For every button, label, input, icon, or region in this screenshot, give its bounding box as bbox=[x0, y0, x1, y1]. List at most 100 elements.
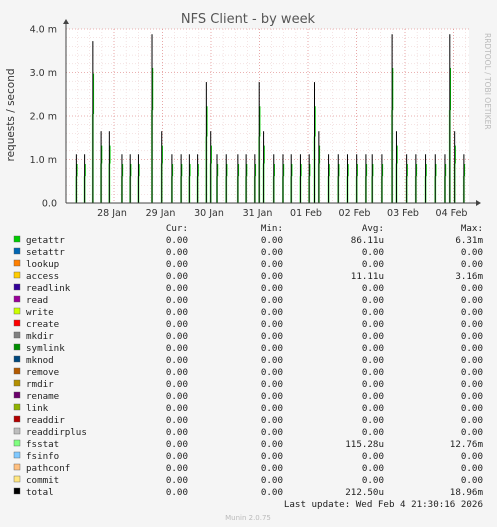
legend-swatch bbox=[13, 427, 21, 435]
legend-min: 0.00 bbox=[261, 475, 283, 486]
legend-swatch bbox=[13, 475, 21, 483]
legend-row-remove: remove 0.00 0.00 0.00 0.00 bbox=[13, 367, 483, 378]
y-tick-label: 3.0 m bbox=[30, 68, 57, 79]
legend-row-total: total 0.00 0.00 212.50u 18.96m bbox=[13, 487, 484, 498]
legend-cur: 0.00 bbox=[166, 463, 188, 474]
legend-cur: 0.00 bbox=[166, 367, 188, 378]
legend-name: rename bbox=[26, 391, 59, 402]
legend-avg: 0.00 bbox=[362, 403, 384, 414]
y-tick-label: 2.0 m bbox=[30, 112, 57, 123]
legend-swatch bbox=[13, 343, 21, 351]
legend-name: readdirplus bbox=[26, 427, 87, 438]
legend-max: 0.00 bbox=[461, 319, 483, 330]
y-tick-label: 4.0 m bbox=[30, 25, 57, 36]
legend-cur: 0.00 bbox=[166, 343, 188, 354]
legend-row-mkdir: mkdir 0.00 0.00 0.00 0.00 bbox=[13, 331, 483, 342]
legend-min: 0.00 bbox=[261, 379, 283, 390]
legend-max: 18.96m bbox=[450, 487, 484, 498]
x-tick-label: 29 Jan bbox=[146, 208, 176, 219]
legend-name: getattr bbox=[26, 235, 65, 246]
legend-avg: 0.00 bbox=[362, 475, 384, 486]
legend-row-read: read 0.00 0.00 0.00 0.00 bbox=[13, 295, 483, 306]
legend-name: access bbox=[26, 271, 59, 282]
legend-avg: 0.00 bbox=[362, 295, 384, 306]
legend-avg: 0.00 bbox=[362, 319, 384, 330]
legend-header-cur: Cur: bbox=[166, 223, 188, 234]
legend-cur: 0.00 bbox=[166, 331, 188, 342]
legend-row-getattr: getattr 0.00 0.00 86.11u 6.31m bbox=[13, 235, 483, 246]
legend-min: 0.00 bbox=[261, 295, 283, 306]
x-axis-arrow bbox=[476, 200, 481, 206]
legend-min: 0.00 bbox=[261, 463, 283, 474]
legend-name: readlink bbox=[26, 283, 71, 294]
x-tick-label: 28 Jan bbox=[97, 208, 127, 219]
legend-row-lookup: lookup 0.00 0.00 0.00 0.00 bbox=[13, 259, 483, 270]
legend-avg: 0.00 bbox=[362, 343, 384, 354]
legend-max: 0.00 bbox=[461, 307, 483, 318]
legend-swatch bbox=[13, 295, 21, 303]
legend-name: read bbox=[26, 295, 48, 306]
legend-cur: 0.00 bbox=[166, 355, 188, 366]
legend-row-setattr: setattr 0.00 0.00 0.00 0.00 bbox=[13, 247, 483, 258]
legend-max: 0.00 bbox=[461, 427, 483, 438]
legend-cur: 0.00 bbox=[166, 427, 188, 438]
legend-row-link: link 0.00 0.00 0.00 0.00 bbox=[13, 403, 483, 414]
legend-header: Cur: Min: Avg: Max: bbox=[166, 223, 483, 234]
legend-cur: 0.00 bbox=[166, 307, 188, 318]
legend-avg: 0.00 bbox=[362, 307, 384, 318]
legend-row-readlink: readlink 0.00 0.00 0.00 0.00 bbox=[13, 283, 483, 294]
legend-swatch bbox=[13, 367, 21, 375]
legend-min: 0.00 bbox=[261, 307, 283, 318]
legend-min: 0.00 bbox=[261, 247, 283, 258]
legend-cur: 0.00 bbox=[166, 259, 188, 270]
legend-swatch bbox=[13, 259, 21, 267]
legend-min: 0.00 bbox=[261, 415, 283, 426]
legend-row-fsinfo: fsinfo 0.00 0.00 0.00 0.00 bbox=[13, 451, 483, 462]
legend-max: 12.76m bbox=[450, 439, 484, 450]
legend-name: rmdir bbox=[26, 379, 54, 390]
legend-max: 0.00 bbox=[461, 451, 483, 462]
legend-name: link bbox=[26, 403, 49, 414]
legend-cur: 0.00 bbox=[166, 403, 188, 414]
legend-max: 0.00 bbox=[461, 295, 483, 306]
legend-min: 0.00 bbox=[261, 487, 283, 498]
legend-swatch bbox=[13, 439, 21, 447]
legend-header-avg: Avg: bbox=[362, 223, 384, 234]
legend-cur: 0.00 bbox=[166, 475, 188, 486]
legend-swatch bbox=[13, 379, 21, 387]
legend-name: remove bbox=[26, 367, 59, 378]
legend-row-write: write 0.00 0.00 0.00 0.00 bbox=[13, 307, 483, 318]
munin-version: Munin 2.0.75 bbox=[225, 514, 271, 522]
legend-min: 0.00 bbox=[261, 259, 283, 270]
legend-swatch bbox=[13, 247, 21, 255]
y-tick-labels: 0.0 1.0 m 2.0 m 3.0 m 4.0 m bbox=[30, 25, 57, 210]
nfs-client-week-graph: NFS Client - by week RRDTOOL / TOBI OETI… bbox=[5, 12, 492, 522]
legend-row-symlink: symlink 0.00 0.00 0.00 0.00 bbox=[13, 343, 483, 354]
y-tick-label: 1.0 m bbox=[30, 155, 57, 166]
legend-min: 0.00 bbox=[261, 235, 283, 246]
legend-min: 0.00 bbox=[261, 367, 283, 378]
rrdtool-credit: RRDTOOL / TOBI OETIKER bbox=[483, 33, 492, 130]
legend-name: fsinfo bbox=[26, 451, 59, 462]
legend-avg: 0.00 bbox=[362, 355, 384, 366]
legend: getattr 0.00 0.00 86.11u 6.31msetattr 0.00 0.0… bbox=[13, 235, 484, 498]
x-tick-label: 31 Jan bbox=[243, 208, 273, 219]
legend-name: mknod bbox=[26, 355, 54, 366]
legend-min: 0.00 bbox=[261, 403, 283, 414]
y-axis-arrow bbox=[63, 19, 69, 24]
legend-avg: 0.00 bbox=[362, 463, 384, 474]
legend-min: 0.00 bbox=[261, 391, 283, 402]
legend-avg: 0.00 bbox=[362, 247, 384, 258]
legend-name: readdir bbox=[26, 415, 65, 426]
legend-row-mknod: mknod 0.00 0.00 0.00 0.00 bbox=[13, 355, 483, 366]
legend-avg: 0.00 bbox=[362, 379, 384, 390]
x-tick-label: 30 Jan bbox=[194, 208, 224, 219]
legend-row-rmdir: rmdir 0.00 0.00 0.00 0.00 bbox=[13, 379, 483, 390]
legend-avg: 0.00 bbox=[362, 451, 384, 462]
legend-min: 0.00 bbox=[261, 427, 283, 438]
x-tick-label: 01 Feb bbox=[290, 208, 322, 219]
legend-swatch bbox=[13, 403, 21, 411]
legend-max: 0.00 bbox=[461, 415, 483, 426]
legend-row-rename: rename 0.00 0.00 0.00 0.00 bbox=[13, 391, 483, 402]
y-tick-label: 0.0 bbox=[42, 199, 57, 210]
